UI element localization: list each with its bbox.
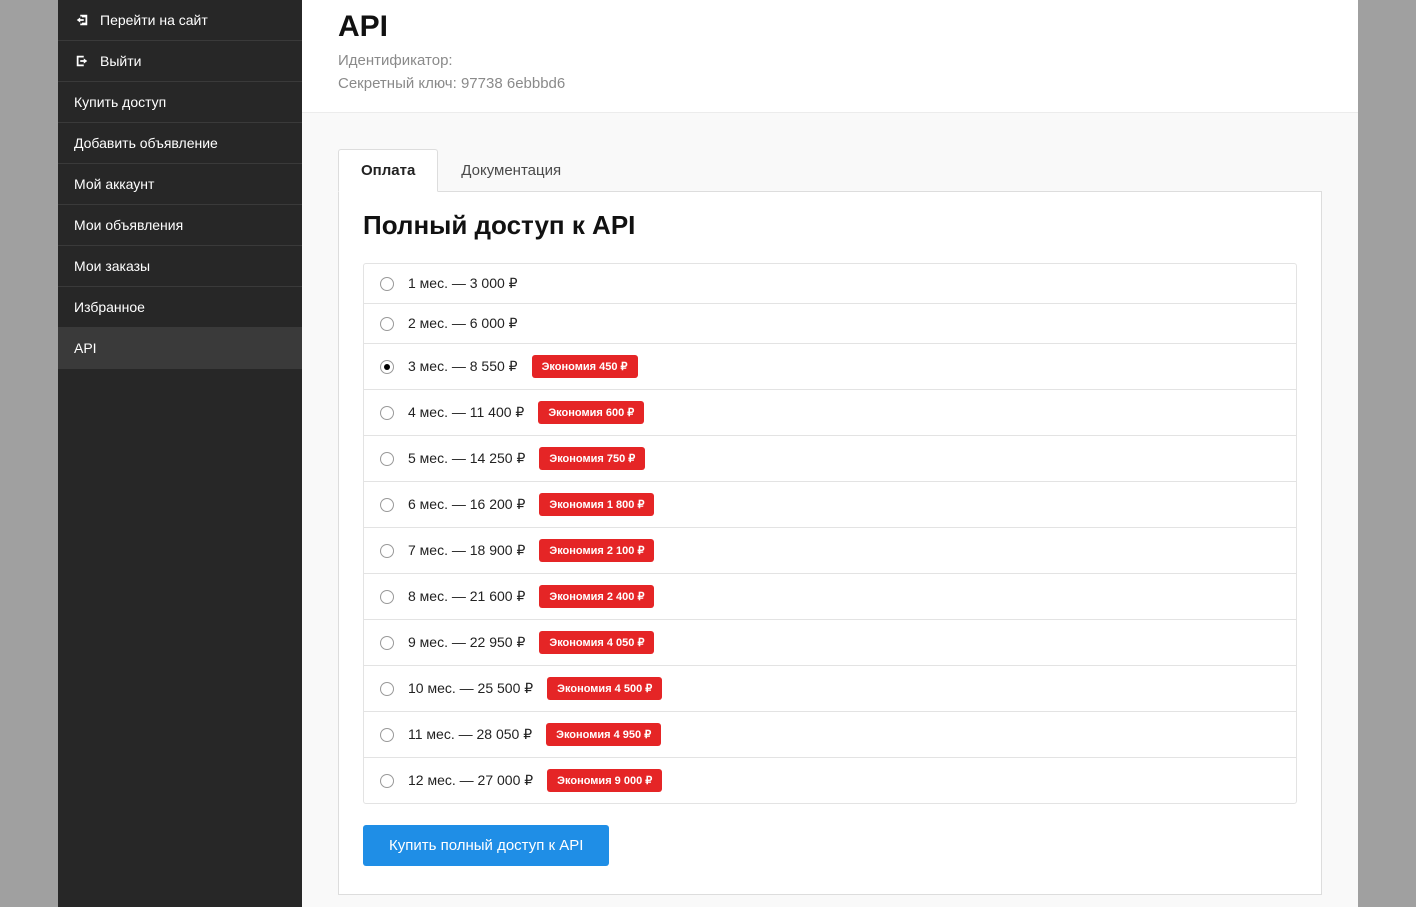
sidebar-item-buy-access[interactable]: Купить доступ (58, 82, 302, 123)
plan-option[interactable]: 7 мес. — 18 900 Экономия 2 100 (363, 527, 1297, 574)
radio-icon[interactable] (380, 774, 394, 788)
plan-label: 5 мес. — 14 250 (408, 450, 525, 467)
radio-icon[interactable] (380, 590, 394, 604)
sidebar-item-my-listings[interactable]: Мои объявления (58, 205, 302, 246)
identifier-label: Идентификатор (338, 52, 453, 69)
savings-badge: Экономия 2 100 (539, 539, 654, 562)
sidebar-item-label: Выйти (100, 53, 141, 69)
savings-badge: Экономия 750 (539, 447, 645, 470)
radio-icon[interactable] (380, 682, 394, 696)
buy-button[interactable]: Купить полный доступ к API (363, 825, 609, 866)
tabs-body: ОплатаДокументация Полный доступ к API 1… (302, 113, 1358, 907)
secret-label: Секретный ключ (338, 75, 461, 92)
sidebar-item-label: API (74, 340, 97, 356)
savings-badge: Экономия 4 500 (547, 677, 662, 700)
radio-icon[interactable] (380, 277, 394, 291)
savings-badge: Экономия 450 (532, 355, 638, 378)
plan-label: 1 мес. — 3 000 (408, 275, 518, 292)
radio-icon[interactable] (380, 406, 394, 420)
savings-badge: Экономия 2 400 (539, 585, 654, 608)
plan-label: 7 мес. — 18 900 (408, 542, 525, 559)
identifier-line: Идентификатор (338, 52, 1322, 69)
plan-option[interactable]: 9 мес. — 22 950 Экономия 4 050 (363, 619, 1297, 666)
plan-label: 9 мес. — 22 950 (408, 634, 525, 651)
exit-icon (74, 53, 90, 69)
plan-label: 4 мес. — 11 400 (408, 404, 524, 421)
page-header: API Идентификатор Секретный ключ 97738 6… (302, 0, 1358, 113)
radio-icon[interactable] (380, 636, 394, 650)
plan-option[interactable]: 6 мес. — 16 200 Экономия 1 800 (363, 481, 1297, 528)
secret-line: Секретный ключ 97738 6ebbbd6 (338, 75, 1322, 92)
savings-badge: Экономия 600 (538, 401, 644, 424)
plan-option[interactable]: 10 мес. — 25 500 Экономия 4 500 (363, 665, 1297, 712)
radio-icon[interactable] (380, 452, 394, 466)
sidebar-item-label: Мои объявления (74, 217, 183, 233)
secret-value: 97738 6ebbbd6 (461, 75, 565, 92)
plan-label: 3 мес. — 8 550 (408, 358, 518, 375)
plan-options: 1 мес. — 3 000 2 мес. — 6 000 3 мес. — 8 5… (363, 263, 1297, 804)
sidebar-item-favorites[interactable]: Избранное (58, 287, 302, 328)
plan-option[interactable]: 12 мес. — 27 000 Экономия 9 000 (363, 757, 1297, 804)
plan-option[interactable]: 8 мес. — 21 600 Экономия 2 400 (363, 573, 1297, 620)
radio-icon[interactable] (380, 498, 394, 512)
sidebar-item-api[interactable]: API (58, 328, 302, 369)
sidebar-item-label: Мой аккаунт (74, 176, 154, 192)
sidebar-item-label: Мои заказы (74, 258, 150, 274)
sidebar-item-my-account[interactable]: Мой аккаунт (58, 164, 302, 205)
plan-option[interactable]: 2 мес. — 6 000 (363, 303, 1297, 344)
plan-label: 8 мес. — 21 600 (408, 588, 525, 605)
savings-badge: Экономия 4 950 (546, 723, 661, 746)
sidebar-item-add-listing[interactable]: Добавить объявление (58, 123, 302, 164)
sidebar: Перейти на сайт Выйти Купить доступ Добавит… (58, 0, 302, 907)
plan-option[interactable]: 3 мес. — 8 550 Экономия 450 (363, 343, 1297, 390)
plan-label: 12 мес. — 27 000 (408, 772, 533, 789)
plan-option[interactable]: 5 мес. — 14 250 Экономия 750 (363, 435, 1297, 482)
plan-option[interactable]: 11 мес. — 28 050 Экономия 4 950 (363, 711, 1297, 758)
sidebar-item-go-to-site[interactable]: Перейти на сайт (58, 0, 302, 41)
panel-title: Полный доступ к API (363, 210, 1297, 241)
sidebar-item-label: Перейти на сайт (100, 12, 208, 28)
plan-option[interactable]: 4 мес. — 11 400 Экономия 600 (363, 389, 1297, 436)
radio-icon[interactable] (380, 317, 394, 331)
tab-payment[interactable]: Оплата (338, 149, 438, 192)
tabs: ОплатаДокументация (338, 149, 1322, 192)
plan-label: 2 мес. — 6 000 (408, 315, 518, 332)
savings-badge: Экономия 4 050 (539, 631, 654, 654)
savings-badge: Экономия 9 000 (547, 769, 662, 792)
sidebar-item-label: Избранное (74, 299, 145, 315)
radio-icon[interactable] (380, 360, 394, 374)
tab-docs[interactable]: Документация (438, 149, 584, 192)
plan-label: 6 мес. — 16 200 (408, 496, 525, 513)
payment-panel: Полный доступ к API 1 мес. — 3 000 2 мес.… (338, 192, 1322, 895)
enter-icon (74, 12, 90, 28)
savings-badge: Экономия 1 800 (539, 493, 654, 516)
main: API Идентификатор Секретный ключ 97738 6… (302, 0, 1358, 907)
sidebar-item-label: Добавить объявление (74, 135, 218, 151)
sidebar-item-logout[interactable]: Выйти (58, 41, 302, 82)
radio-icon[interactable] (380, 544, 394, 558)
sidebar-item-label: Купить доступ (74, 94, 166, 110)
plan-label: 10 мес. — 25 500 (408, 680, 533, 697)
plan-label: 11 мес. — 28 050 (408, 726, 532, 743)
radio-icon[interactable] (380, 728, 394, 742)
sidebar-item-my-orders[interactable]: Мои заказы (58, 246, 302, 287)
page-title: API (338, 10, 1322, 44)
plan-option[interactable]: 1 мес. — 3 000 (363, 263, 1297, 304)
